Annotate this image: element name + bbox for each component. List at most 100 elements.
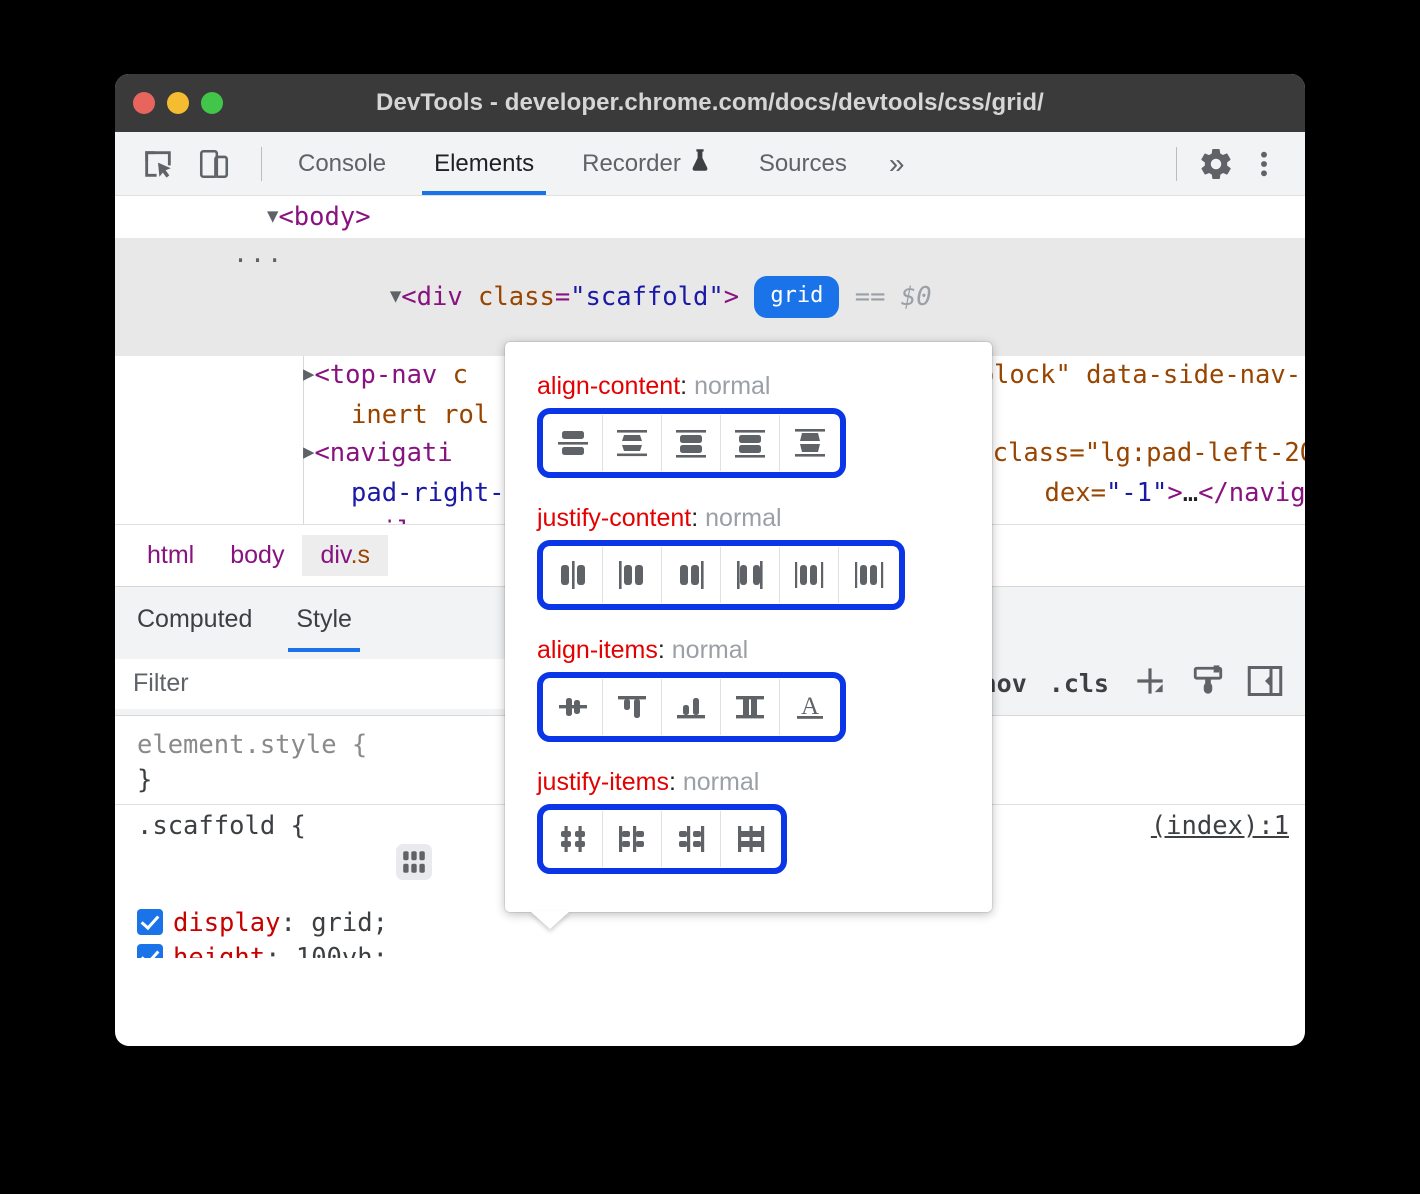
rule-selector-text: .scaffold {	[137, 811, 306, 841]
tab-sources[interactable]: Sources	[735, 132, 871, 195]
declaration-checkbox[interactable]	[137, 944, 163, 958]
expand-triangle-right-icon[interactable]: ▶	[303, 433, 314, 471]
declaration-name[interactable]: display	[173, 908, 280, 938]
justify-content-space-around-icon[interactable]	[780, 547, 839, 603]
paintbrush-icon[interactable]	[1191, 664, 1225, 703]
rule-selector-text: element.style {	[137, 730, 367, 760]
dom-frag-0: v-block" data-side-nav-	[948, 360, 1301, 390]
dom-row-label: <body>	[278, 202, 370, 232]
toolbar-right-group	[1164, 132, 1305, 195]
tab-styles-label: Style	[296, 605, 352, 634]
screen: DevTools - developer.chrome.com/docs/dev…	[0, 0, 1420, 1194]
align-content-start-icon[interactable]	[544, 415, 603, 471]
justify-content-end-icon[interactable]	[662, 547, 721, 603]
more-panels-icon[interactable]: »	[871, 132, 923, 195]
justify-items-end-icon[interactable]	[662, 811, 721, 867]
group-property-name: justify-content	[537, 504, 691, 532]
tab-console[interactable]: Console	[274, 132, 410, 195]
tab-styles[interactable]: Style	[274, 587, 374, 652]
dom-row-scaffold[interactable]: ···▼<div class="scaffold"> grid == $0	[115, 238, 1305, 356]
tab-console-label: Console	[298, 150, 386, 178]
group-align-content: align-content: normal	[537, 372, 992, 478]
devtools-toolbar: Console Elements Recorder Sources »	[115, 132, 1305, 196]
cls-button[interactable]: .cls	[1049, 669, 1109, 698]
align-content-center-icon[interactable]	[603, 415, 662, 471]
group-justify-items: justify-items: normal	[537, 768, 992, 874]
tab-recorder-label: Recorder	[582, 150, 681, 178]
toolbar-divider-2	[1176, 147, 1177, 181]
declaration-value[interactable]: grid;	[311, 908, 388, 938]
group-justify-content-label: justify-content: normal	[537, 504, 992, 533]
expand-triangle-down-icon[interactable]: ▼	[390, 277, 401, 315]
declaration-value[interactable]: 100vh;	[296, 943, 388, 958]
tab-elements-label: Elements	[434, 150, 534, 178]
device-toolbar-icon[interactable]	[193, 143, 235, 185]
filter-bar-actions: :hov .cls	[945, 662, 1305, 705]
justify-items-stretch-icon[interactable]	[721, 811, 780, 867]
group-justify-content: justify-content: normal	[537, 504, 992, 610]
plus-icon[interactable]	[1131, 662, 1169, 705]
panel-collapse-icon[interactable]	[1247, 664, 1283, 703]
group-property-value: normal	[672, 636, 748, 664]
justify-items-center-icon[interactable]	[544, 811, 603, 867]
breadcrumb-item-html[interactable]: html	[129, 535, 212, 576]
grid-editor-popup[interactable]: align-content: normal	[505, 342, 992, 912]
tab-computed-label: Computed	[137, 605, 252, 634]
breadcrumb-item-body[interactable]: body	[212, 535, 302, 576]
tab-computed[interactable]: Computed	[115, 587, 274, 652]
gear-icon[interactable]	[1195, 143, 1237, 185]
declaration-name[interactable]: height	[173, 943, 265, 958]
close-window-icon[interactable]	[133, 92, 155, 114]
group-property-value: normal	[705, 504, 781, 532]
justify-items-start-icon[interactable]	[603, 811, 662, 867]
group-align-items: align-items: normal	[537, 636, 992, 742]
experiment-flask-icon	[689, 148, 711, 179]
tab-elements[interactable]: Elements	[410, 132, 558, 195]
tab-recorder[interactable]: Recorder	[558, 132, 735, 195]
devtools-window: DevTools - developer.chrome.com/docs/dev…	[115, 74, 1305, 1046]
justify-content-space-between-icon[interactable]	[721, 547, 780, 603]
align-content-end-icon[interactable]	[662, 415, 721, 471]
group-property-name: justify-items	[537, 768, 669, 796]
group-justify-items-label: justify-items: normal	[537, 768, 992, 797]
kebab-menu-icon[interactable]	[1243, 143, 1285, 185]
window-titlebar: DevTools - developer.chrome.com/docs/dev…	[115, 74, 1305, 132]
group-property-name: align-items	[537, 636, 658, 664]
align-items-stretch-icon[interactable]	[721, 679, 780, 735]
justify-content-start-icon[interactable]	[603, 547, 662, 603]
declaration-height[interactable]: height: 100vh;	[115, 941, 1305, 958]
expand-triangle-down-icon[interactable]: ▼	[267, 197, 278, 235]
minimize-window-icon[interactable]	[167, 92, 189, 114]
dom-row-body[interactable]: ▼<body>	[115, 198, 1305, 238]
dom-row-options-icon[interactable]: ···	[233, 242, 284, 280]
align-items-center-icon[interactable]	[544, 679, 603, 735]
align-content-space-around-icon[interactable]	[780, 415, 839, 471]
inspect-element-icon[interactable]	[137, 143, 179, 185]
window-title: DevTools - developer.chrome.com/docs/dev…	[115, 89, 1305, 117]
grid-badge[interactable]: grid	[754, 276, 839, 318]
group-align-content-label: align-content: normal	[537, 372, 992, 401]
justify-content-center-icon[interactable]	[544, 547, 603, 603]
svg-text:A: A	[800, 693, 818, 720]
toolbar-icon-group	[115, 132, 274, 195]
group-property-value: normal	[683, 768, 759, 796]
justify-content-space-evenly-icon[interactable]	[839, 547, 898, 603]
grid-editor-icon[interactable]	[396, 844, 432, 880]
align-items-options: A	[537, 672, 846, 742]
expand-triangle-right-icon[interactable]: ▶	[303, 355, 314, 393]
align-content-space-between-icon[interactable]	[721, 415, 780, 471]
dom-frag-1: class="lg:pad-left-200 lg:	[993, 438, 1305, 468]
group-align-items-label: align-items: normal	[537, 636, 992, 665]
dom-console-var: $0	[901, 282, 932, 312]
justify-content-options	[537, 540, 905, 610]
group-property-name: align-content	[537, 372, 680, 400]
breadcrumb-item-div-scaffold[interactable]: div.s	[302, 535, 388, 576]
maximize-window-icon[interactable]	[201, 92, 223, 114]
align-items-baseline-icon[interactable]: A	[780, 679, 839, 735]
tab-sources-label: Sources	[759, 150, 847, 178]
rule-origin-link[interactable]: (index):1	[1151, 809, 1289, 844]
group-property-value: normal	[694, 372, 770, 400]
declaration-checkbox[interactable]	[137, 909, 163, 935]
align-items-end-icon[interactable]	[662, 679, 721, 735]
align-items-start-icon[interactable]	[603, 679, 662, 735]
